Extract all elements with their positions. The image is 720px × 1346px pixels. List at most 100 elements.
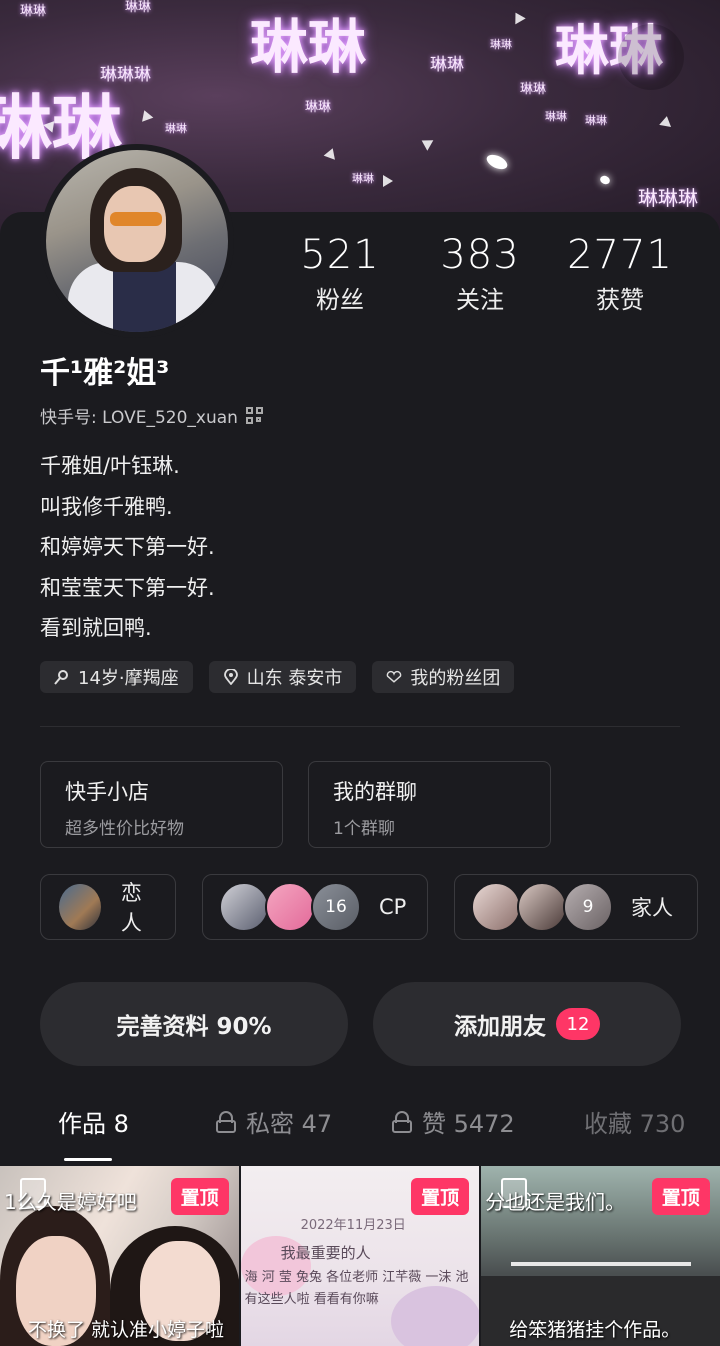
relation-avatar	[265, 882, 315, 932]
relation-avatar	[57, 882, 103, 932]
relation-count: 9	[563, 882, 613, 932]
tab-label: 作品 8	[58, 1110, 129, 1138]
bio-line: 和莹莹天下第一好.	[40, 575, 215, 600]
group-chat-card[interactable]: 我的群聊 1个群聊	[308, 761, 551, 848]
banner-word: 琳琳	[520, 82, 547, 97]
group-chat-subtitle: 1个群聊	[333, 819, 395, 839]
stat-value: 2771	[567, 232, 673, 278]
kuaishou-id-row[interactable]: 快手号: LOVE_520_xuan	[40, 403, 264, 428]
relation-label: 恋人	[120, 881, 142, 935]
posts-grid: 1么久是婷好吧 不换了 就认准小婷子啦 置顶 2022年11月23日 我最重要的…	[0, 1166, 720, 1346]
relation-lover[interactable]: 恋人	[40, 874, 176, 940]
banner-overlay-button[interactable]	[618, 24, 684, 90]
banner-word: 琳琳	[352, 172, 374, 185]
tab-liked[interactable]: 赞 5472	[392, 1104, 515, 1139]
sparkle-decoration	[323, 146, 339, 160]
post-text-line: 有这些人啦 看看有你嘛	[244, 1292, 379, 1307]
bio-line: 和婷婷天下第一好.	[40, 535, 215, 559]
post-caption-bottom: 不换了 就认准小婷子啦	[28, 1319, 225, 1341]
profile-tags: 14岁·摩羯座 山东 泰安市 我的粉丝团	[40, 661, 515, 693]
post-tile[interactable]: 2022年11月23日 我最重要的人 海 河 莹 兔兔 各位老师 江芊薇 一沫 …	[240, 1166, 480, 1346]
sparkle-decoration	[659, 115, 673, 127]
relation-avatar	[219, 882, 269, 932]
post-tile[interactable]: 分也还是我们。 给笨猪猪挂个作品。 置顶	[481, 1166, 720, 1346]
relation-avatar	[471, 882, 521, 932]
relation-label: CP	[379, 895, 407, 919]
avatar[interactable]	[40, 144, 234, 338]
pinned-badge: 置顶	[411, 1178, 470, 1215]
post-caption-top: 1么久是婷好吧	[4, 1190, 137, 1214]
banner-word: 琳琳	[430, 55, 464, 75]
add-friend-label: 添加朋友	[454, 1014, 546, 1040]
complete-profile-button[interactable]: 完善资料 90%	[40, 982, 348, 1066]
sparkle-decoration	[138, 108, 154, 122]
banner-word: 琳琳琳	[638, 186, 698, 210]
lock-icon	[216, 1110, 236, 1133]
stat-label: 粉丝	[316, 286, 364, 314]
relation-avatar	[517, 882, 567, 932]
complete-profile-label: 完善资料 90%	[116, 1014, 272, 1040]
tab-private[interactable]: 私密 47	[216, 1104, 332, 1139]
tag-fan-club[interactable]: 我的粉丝团	[372, 661, 515, 693]
post-caption-top: 分也还是我们。	[485, 1190, 626, 1214]
relation-family[interactable]: 9 家人	[454, 874, 698, 940]
add-friend-button[interactable]: 添加朋友 12	[373, 982, 681, 1066]
lock-icon	[392, 1110, 412, 1133]
qr-code-icon[interactable]	[245, 406, 264, 425]
add-friend-badge: 12	[556, 1008, 600, 1040]
post-caption-bottom: 给笨猪猪挂个作品。	[509, 1319, 681, 1341]
banner-word: 琳琳	[250, 13, 367, 81]
kuaishou-id: 快手号: LOVE_520_xuan	[40, 408, 238, 428]
avatar-image	[46, 150, 228, 332]
heart-icon	[387, 670, 402, 683]
tab-works[interactable]: 作品 8	[58, 1104, 129, 1139]
tab-label: 私密 47	[246, 1110, 333, 1138]
banner-word: 琳琳琳	[100, 65, 151, 85]
shop-subtitle: 超多性价比好物	[65, 819, 184, 839]
relation-count: 16	[311, 882, 361, 932]
stat-followers[interactable]: 521 粉丝	[270, 232, 410, 315]
stat-following[interactable]: 383 关注	[410, 232, 550, 315]
bio-line: 叫我修千雅鸭.	[40, 494, 173, 519]
sparkle-decoration	[598, 174, 612, 186]
bio: 千雅姐/叶钰琳. 叫我修千雅鸭. 和婷婷天下第一好. 和莹莹天下第一好. 看到就…	[40, 446, 215, 649]
tag-label: 14岁·摩羯座	[78, 668, 179, 689]
banner-word: 琳琳	[490, 38, 512, 51]
stat-value: 521	[300, 232, 380, 278]
banner-word: 琳琳	[125, 0, 152, 15]
sparkle-decoration	[510, 9, 526, 25]
pinned-badge: 置顶	[170, 1178, 229, 1215]
shop-title: 快手小店	[65, 780, 149, 804]
relation-label: 家人	[631, 896, 673, 920]
tab-label: 赞 5472	[422, 1110, 515, 1138]
tag-label: 我的粉丝团	[410, 668, 501, 689]
location-pin-icon	[223, 669, 238, 685]
stats-row: 521 粉丝 383 关注 2771 获赞	[270, 232, 690, 315]
banner-word: 琳琳	[545, 110, 567, 123]
sparkle-decoration	[418, 135, 434, 151]
stat-likes[interactable]: 2771 获赞	[550, 232, 690, 315]
banner-word: 琳琳	[165, 122, 187, 135]
sparkle-decoration	[383, 175, 393, 187]
post-tile[interactable]: 1么久是婷好吧 不换了 就认准小婷子啦 置顶	[0, 1166, 239, 1346]
kuaishou-shop-card[interactable]: 快手小店 超多性价比好物	[40, 761, 283, 848]
tab-favorites[interactable]: 收藏 730	[584, 1104, 685, 1139]
post-text-line: 海 河 莹 兔兔 各位老师 江芊薇 一沫 池	[244, 1270, 469, 1285]
tab-active-indicator	[64, 1158, 112, 1161]
bio-line: 看到就回鸭.	[40, 616, 152, 640]
tag-age-zodiac[interactable]: 14岁·摩羯座	[40, 661, 193, 693]
relation-cp[interactable]: 16 CP	[202, 874, 428, 940]
banner-word: 琳琳	[305, 100, 332, 115]
bio-line: 千雅姐/叶钰琳.	[40, 454, 180, 478]
zodiac-icon	[54, 670, 68, 685]
post-text-line: 2022年11月23日	[300, 1218, 406, 1233]
stat-label: 获赞	[596, 286, 644, 314]
group-chat-title: 我的群聊	[333, 780, 417, 804]
tag-location[interactable]: 山东 泰安市	[208, 661, 357, 693]
pinned-badge: 置顶	[651, 1178, 710, 1215]
sparkle-decoration	[484, 151, 510, 173]
banner-word: 琳琳	[585, 114, 607, 127]
stat-label: 关注	[456, 286, 504, 314]
stat-value: 383	[440, 232, 520, 278]
profile-name: 千¹雅²姐³	[40, 356, 170, 391]
